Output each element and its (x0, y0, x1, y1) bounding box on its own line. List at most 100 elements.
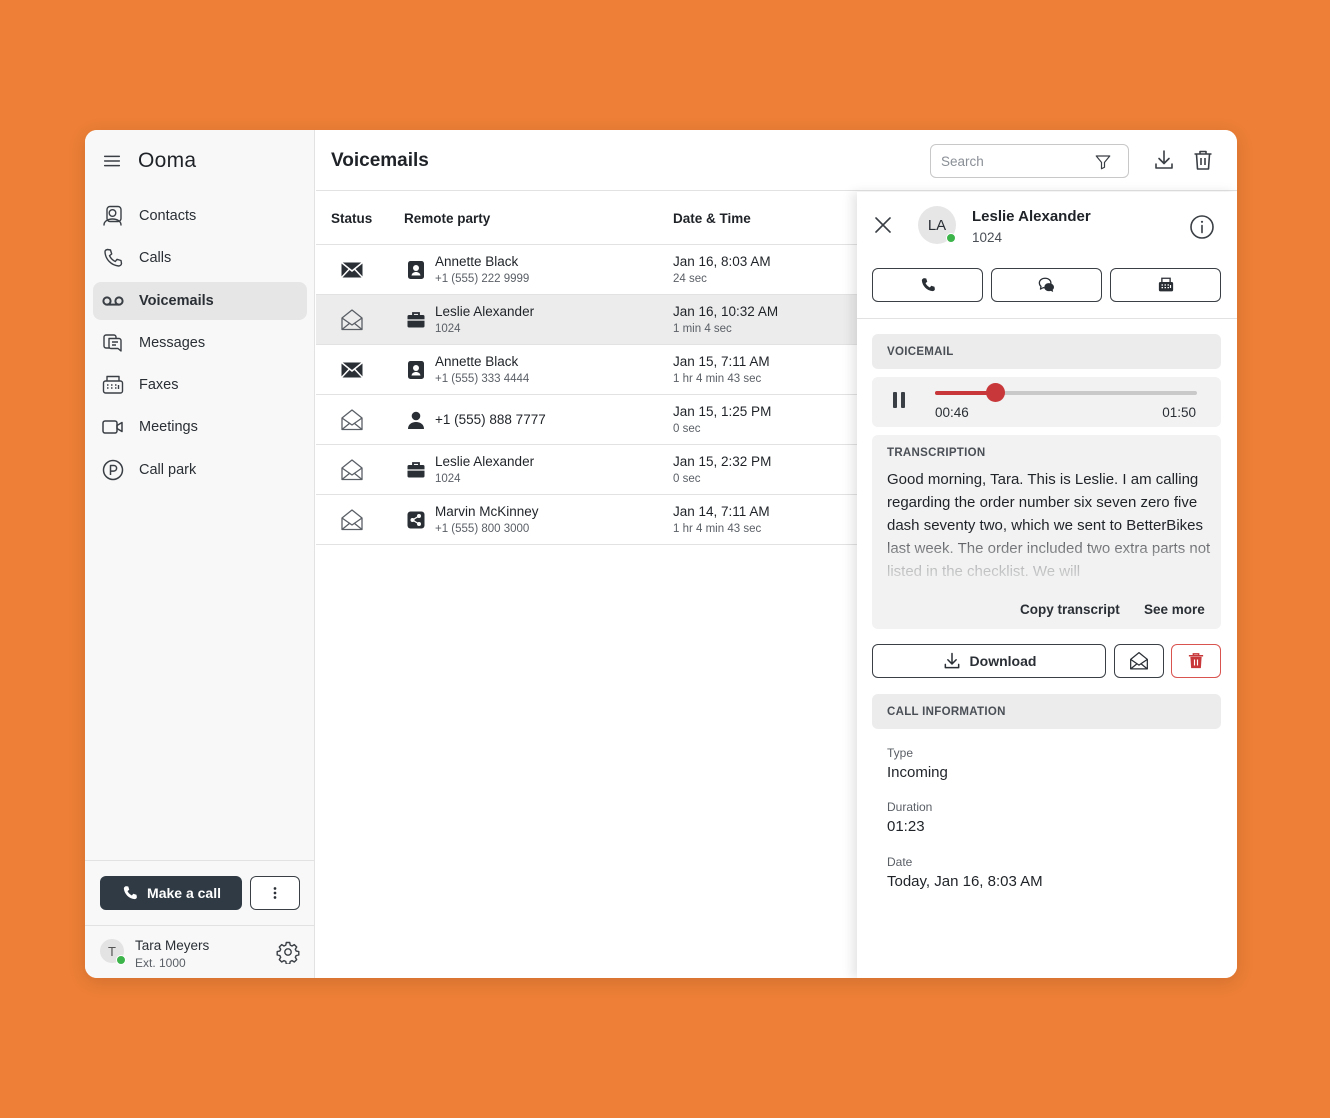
sidebar-item-contacts[interactable]: Contacts (93, 197, 307, 235)
fax-button[interactable] (1110, 268, 1221, 302)
call-button[interactable] (872, 268, 983, 302)
download-icon[interactable] (1152, 148, 1176, 172)
unread-envelope-icon[interactable] (340, 258, 364, 282)
filter-icon[interactable] (1094, 153, 1112, 171)
user-name: Tara Meyers (135, 938, 210, 953)
remote-party-name: Leslie Alexander (435, 454, 535, 469)
sidebar-item-label: Faxes (139, 377, 179, 394)
read-envelope-icon[interactable] (340, 408, 364, 432)
person-icon (406, 410, 426, 430)
contact-name: Leslie Alexander (972, 208, 1091, 225)
copy-transcript-link[interactable]: Copy transcript (1020, 602, 1120, 617)
make-call-button[interactable]: Make a call (100, 876, 242, 910)
info-icon[interactable] (1189, 214, 1215, 240)
voicemail-datetime: Jan 15, 1:25 PM (673, 404, 772, 419)
column-header-date-time[interactable]: Date & Time (673, 211, 751, 226)
voicemail-duration: 1 min 4 sec (673, 323, 732, 335)
contact-extension: 1024 (972, 230, 1003, 245)
contacts-icon (101, 204, 125, 228)
sidebar-item-label: Messages (139, 334, 206, 351)
messages-icon (101, 331, 125, 355)
voicemail-datetime: Jan 15, 7:11 AM (673, 354, 770, 369)
table-row[interactable]: +1 (555) 888 7777 Jan 15, 1:25 PM 0 sec (316, 395, 857, 445)
voicemail-list: Status Remote party Date & Time Annette … (316, 192, 857, 978)
voicemail-datetime: Jan 14, 7:11 AM (673, 504, 770, 519)
trash-icon[interactable] (1191, 148, 1215, 172)
online-status-dot (946, 233, 956, 243)
voicemail-datetime: Jan 16, 10:32 AM (673, 304, 779, 319)
remote-party-number: +1 (555) 800 3000 (435, 523, 530, 535)
contact-initials: LA (927, 216, 947, 234)
page-title: Voicemails (331, 150, 429, 171)
voicemail-duration: 1 hr 4 min 43 sec (673, 373, 762, 385)
phone-icon (921, 278, 935, 292)
sidebar-item-label: Contacts (139, 208, 197, 224)
sidebar-item-faxes[interactable]: Faxes (93, 366, 307, 404)
sidebar-item-meetings[interactable]: Meetings (93, 408, 307, 446)
remote-party-name: Annette Black (435, 254, 519, 269)
table-row[interactable]: Annette Black +1 (555) 333 4444 Jan 15, … (316, 345, 857, 395)
table-row[interactable]: Leslie Alexander 1024 Jan 15, 2:32 PM 0 … (316, 445, 857, 495)
column-header-status[interactable]: Status (331, 211, 372, 226)
make-call-label: Make a call (147, 885, 221, 901)
search-input[interactable] (941, 151, 1091, 171)
sidebar-item-messages[interactable]: Messages (93, 324, 307, 362)
total-time: 01:50 (1162, 405, 1196, 420)
online-status-dot (116, 955, 126, 965)
settings-gear-icon[interactable] (276, 940, 300, 964)
close-icon[interactable] (873, 215, 893, 235)
see-more-link[interactable]: See more (1144, 602, 1205, 617)
phone-icon (123, 886, 137, 900)
table-row[interactable]: Marvin McKinney +1 (555) 800 3000 Jan 14… (316, 495, 857, 545)
type-value: Incoming (887, 764, 948, 781)
hamburger-menu-icon[interactable] (101, 150, 123, 172)
table-header: Status Remote party Date & Time (316, 192, 857, 245)
remote-party-name: Leslie Alexander (435, 304, 535, 319)
pause-icon[interactable] (890, 390, 908, 410)
read-envelope-icon[interactable] (340, 308, 364, 332)
read-envelope-icon[interactable] (340, 458, 364, 482)
sidebar-item-label: Meetings (139, 419, 198, 436)
sidebar-item-label: Calls (139, 250, 172, 267)
briefcase-icon (406, 310, 426, 330)
progress-track[interactable] (935, 383, 1197, 402)
contact-card-icon (406, 260, 426, 280)
video-camera-icon (101, 415, 125, 439)
unread-envelope-icon[interactable] (340, 358, 364, 382)
remote-party-name: Annette Black (435, 354, 519, 369)
voicemail-duration: 0 sec (673, 473, 701, 485)
read-envelope-icon[interactable] (340, 508, 364, 532)
column-header-remote-party[interactable]: Remote party (404, 211, 490, 226)
user-avatar[interactable]: T (100, 939, 126, 965)
fax-icon (1158, 277, 1173, 292)
table-row[interactable]: Annette Black +1 (555) 222 9999 Jan 16, … (316, 245, 857, 295)
open-envelope-icon (1130, 652, 1148, 670)
table-row[interactable]: Leslie Alexander 1024 Jan 16, 10:32 AM 1… (316, 295, 857, 345)
message-button[interactable] (991, 268, 1102, 302)
call-information-section-header: CALL INFORMATION (872, 694, 1221, 729)
more-options-button[interactable] (250, 876, 300, 910)
download-icon (944, 652, 959, 669)
sidebar-item-calls[interactable]: Calls (93, 239, 307, 277)
date-label: Date (887, 855, 913, 869)
remote-party-number: +1 (555) 222 9999 (435, 273, 530, 285)
progress-handle[interactable] (985, 383, 1005, 402)
mark-unread-button[interactable] (1114, 644, 1164, 678)
download-label: Download (969, 653, 1037, 669)
remote-party-number: +1 (555) 333 4444 (435, 373, 530, 385)
trash-icon (1188, 653, 1204, 669)
shared-contact-icon (406, 510, 426, 530)
sidebar-item-label: Call park (139, 461, 197, 478)
sidebar-nav: Contacts Calls Voicemails Messages Faxes… (93, 197, 307, 493)
download-button[interactable]: Download (872, 644, 1106, 678)
voicemail-detail-panel: LA Leslie Alexander 1024 VOICEMAIL 00:46… (857, 192, 1237, 978)
sidebar-item-voicemails[interactable]: Voicemails (93, 281, 307, 320)
voicemail-duration: 1 hr 4 min 43 sec (673, 523, 762, 535)
transcription-text-container: Good morning, Tara. This is Leslie. I am… (887, 468, 1212, 583)
sidebar-item-call-park[interactable]: Call park (93, 451, 307, 489)
page-header: Voicemails (316, 130, 1237, 191)
duration-label: Duration (887, 800, 933, 814)
delete-button[interactable] (1171, 644, 1221, 678)
chat-bubbles-icon (1038, 277, 1054, 293)
remote-party-number: 1024 (435, 323, 461, 335)
